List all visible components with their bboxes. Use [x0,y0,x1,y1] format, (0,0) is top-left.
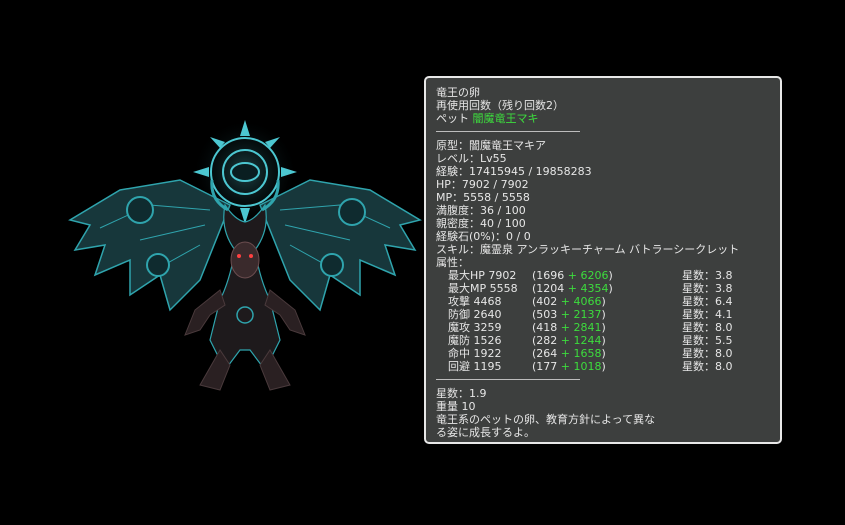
stat-breakdown: (177 + 1018) [532,360,682,373]
stat-breakdown: (1204 + 4354) [532,282,682,295]
stat-name: 魔防 1526 [448,334,502,347]
stat-list: 最大HP 7902 (1696 + 6206) 星数：3.8 最大MP 5558 (12… [436,269,780,373]
stat-row: 最大MP 5558 (1204 + 4354) 星数：3.8 [436,282,780,295]
pet-line: ペット 闇魔竜王マキ [436,112,780,125]
fullness: 満腹度：36 / 100 [436,204,526,217]
divider [436,131,580,132]
stat-name: 攻撃 4468 [448,295,502,308]
stat-stars: 星数：5.5 [682,334,733,347]
skills: スキル：魔霊泉 アンラッキーチャーム バトラーシークレット [436,243,740,256]
description-line-2: る姿に成長するよ。 [436,426,535,439]
pet-monster-illustration [68,120,422,391]
stat-name: 最大MP 5558 [448,282,518,295]
attributes-label: 属性： [436,256,469,269]
stat-stars: 星数：3.8 [682,269,733,282]
description-line-1: 竜王系のペットの卵、教育方針によって異な [436,413,656,426]
stat-close: ) [601,360,606,373]
stat-bonus: + 2841 [560,321,602,334]
stat-stars: 星数：3.8 [682,282,733,295]
stat-stars: 星数：6.4 [682,295,733,308]
stat-base: (1204 [532,282,568,295]
stat-close: ) [608,269,613,282]
stat-stars: 星数：4.1 [682,308,733,321]
stat-row: 魔攻 3259 (418 + 2841) 星数：8.0 [436,321,780,334]
stat-base: (264 [532,347,561,360]
stat-base: (1696 [532,269,568,282]
stat-bonus: + 1244 [560,334,602,347]
stat-row: 回避 1195 (177 + 1018) 星数：8.0 [436,360,780,373]
hp: HP：7902 / 7902 [436,178,529,191]
prototype: 原型：闇魔竜王マキア [436,139,546,152]
stat-close: ) [601,347,606,360]
stat-bonus: + 4066 [560,295,602,308]
stat-breakdown: (503 + 2137) [532,308,682,321]
stars-total: 星数：1.9 [436,387,487,400]
stat-close: ) [601,308,606,321]
pet-name: 闇魔竜王マキ [472,112,539,125]
exp-stone: 経験石(0%)：0 / 0 [436,230,531,243]
stat-close: ) [601,334,606,347]
pet-egg-tooltip: 竜王の卵 再使用回数（残り回数2） ペット 闇魔竜王マキ 原型：闇魔竜王マキア … [424,76,782,444]
stat-base: (418 [532,321,561,334]
stat-breakdown: (264 + 1658) [532,347,682,360]
stat-close: ) [608,282,613,295]
stat-bonus: + 1018 [560,360,602,373]
stat-base: (177 [532,360,561,373]
stat-close: ) [601,321,606,334]
uses-remaining: 再使用回数（残り回数2） [436,99,564,112]
stat-row: 攻撃 4468 (402 + 4066) 星数：6.4 [436,295,780,308]
stat-name: 最大HP 7902 [448,269,517,282]
stat-name: 命中 1922 [448,347,502,360]
stat-close: ) [601,295,606,308]
stat-base: (402 [532,295,561,308]
stat-breakdown: (402 + 4066) [532,295,682,308]
mp: MP：5558 / 5558 [436,191,530,204]
stat-base: (282 [532,334,561,347]
stat-base: (503 [532,308,561,321]
stat-row: 防御 2640 (503 + 2137) 星数：4.1 [436,308,780,321]
stat-breakdown: (282 + 1244) [532,334,682,347]
level: レベル：Lv55 [436,152,507,165]
experience: 経験：17415945 / 19858283 [436,165,592,178]
stat-breakdown: (1696 + 6206) [532,269,682,282]
stat-name: 回避 1195 [448,360,502,373]
pet-label: ペット [436,112,469,125]
stat-stars: 星数：8.0 [682,347,733,360]
stat-bonus: + 6206 [567,269,609,282]
weight: 重量 10 [436,400,476,413]
stat-row: 命中 1922 (264 + 1658) 星数：8.0 [436,347,780,360]
stat-bonus: + 4354 [567,282,609,295]
item-name: 竜王の卵 [436,86,480,99]
stat-row: 最大HP 7902 (1696 + 6206) 星数：3.8 [436,269,780,282]
stat-bonus: + 2137 [560,308,602,321]
stat-name: 防御 2640 [448,308,502,321]
stat-row: 魔防 1526 (282 + 1244) 星数：5.5 [436,334,780,347]
stat-breakdown: (418 + 2841) [532,321,682,334]
divider [436,379,580,380]
stat-stars: 星数：8.0 [682,360,733,373]
stat-stars: 星数：8.0 [682,321,733,334]
stat-bonus: + 1658 [560,347,602,360]
stat-name: 魔攻 3259 [448,321,502,334]
affinity: 親密度：40 / 100 [436,217,526,230]
